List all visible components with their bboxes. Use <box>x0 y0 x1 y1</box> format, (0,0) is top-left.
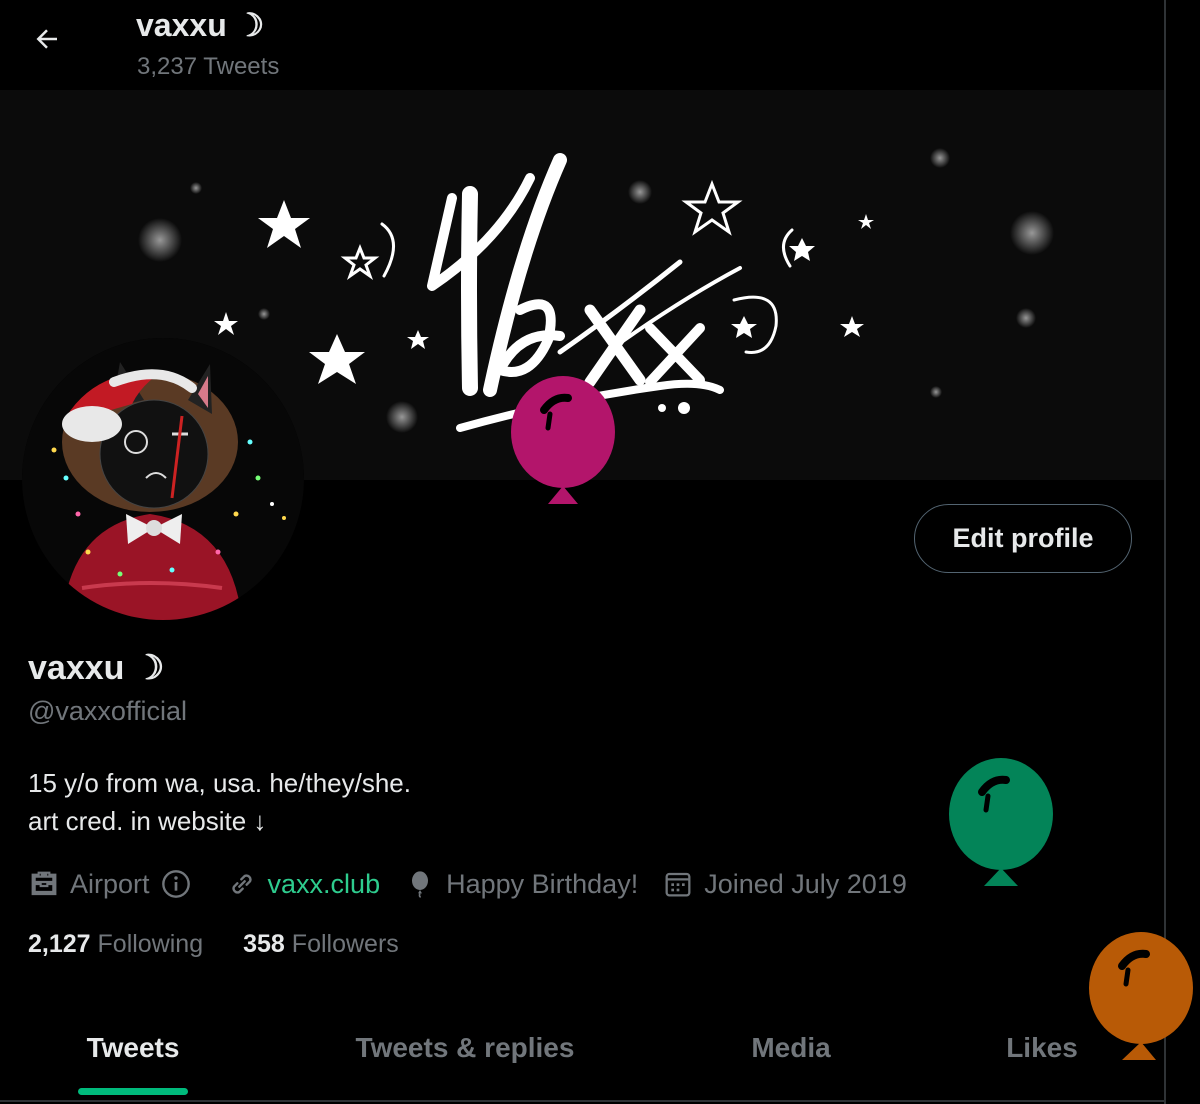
calendar-icon <box>665 872 691 897</box>
joined-text: Joined July 2019 <box>704 868 907 899</box>
balloon-orange[interactable] <box>1086 930 1196 1066</box>
location-item: Airport <box>28 868 202 900</box>
bio-line: 15 y/o from wa, usa. he/they/she. <box>28 768 411 798</box>
arrow-left-icon <box>36 29 57 49</box>
tabs-divider <box>0 1100 1166 1102</box>
balloon-green[interactable] <box>946 756 1056 892</box>
following-link[interactable]: 2,127 Following <box>28 930 203 959</box>
profile-page: vaxxu ☽ 3,237 Tweets Edit profile vaxxu … <box>0 0 1166 1104</box>
follow-stats: 2,127 Following 358 Followers <box>28 926 439 962</box>
profile-bio: 15 y/o from wa, usa. he/they/she. art cr… <box>28 764 411 840</box>
website-link[interactable]: vaxx.club <box>268 869 381 900</box>
website-item: vaxx.club <box>226 868 381 900</box>
edit-profile-button[interactable]: Edit profile <box>914 504 1132 573</box>
joined-item: Joined July 2019 <box>662 868 907 900</box>
info-icon[interactable] <box>160 868 192 900</box>
bio-line: art cred. in website ↓ <box>28 806 267 836</box>
followers-count: 358 <box>243 929 285 958</box>
tab-media[interactable]: Media <box>664 1000 918 1096</box>
tab-tweets-replies[interactable]: Tweets & replies <box>266 1000 664 1096</box>
birthday-text: Happy Birthday! <box>446 868 639 899</box>
header-title: vaxxu ☽ <box>136 7 265 43</box>
balloon-pink[interactable] <box>508 374 618 510</box>
following-count: 2,127 <box>28 929 91 958</box>
following-label: Following <box>97 929 204 958</box>
profile-header: vaxxu ☽ 3,237 Tweets <box>0 0 1166 90</box>
balloon-icon <box>412 871 429 898</box>
followers-label: Followers <box>291 929 399 958</box>
avatar-image <box>22 338 304 620</box>
profile-avatar[interactable] <box>22 338 304 620</box>
birthday-item: Happy Birthday! <box>404 868 638 900</box>
user-handle: @vaxxofficial <box>28 696 187 726</box>
back-button[interactable] <box>22 16 72 62</box>
followers-link[interactable]: 358 Followers <box>243 930 399 959</box>
tab-tweets[interactable]: Tweets <box>0 1000 266 1096</box>
display-name: vaxxu ☽ <box>28 649 165 687</box>
tweet-count: 3,237 Tweets <box>137 53 280 80</box>
active-tab-indicator <box>78 1088 188 1095</box>
profile-meta: Airport vaxx.club Happy Birthday! Joined… <box>28 862 931 906</box>
link-icon <box>231 874 252 894</box>
location-text: Airport <box>70 868 150 899</box>
briefcase-icon <box>31 871 57 896</box>
